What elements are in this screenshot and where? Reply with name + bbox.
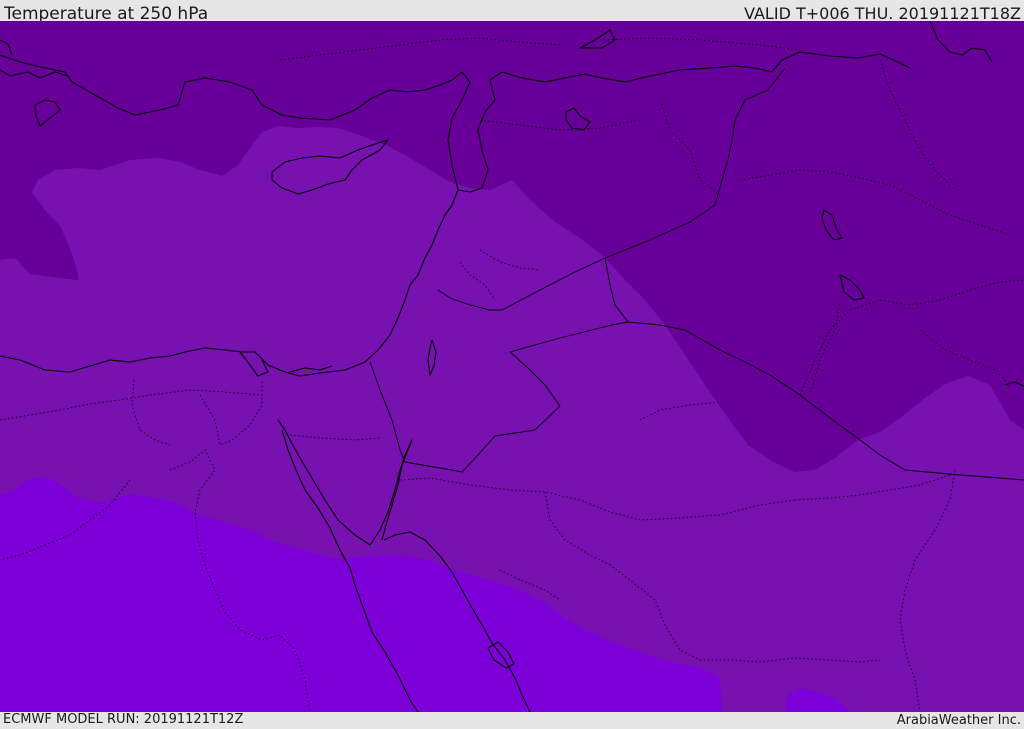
- weather-map: [0, 21, 1024, 712]
- map-frame: Temperature at 250 hPa VALID T+006 THU. …: [0, 0, 1024, 729]
- footer-bar: ECMWF MODEL RUN: 20191121T12Z ArabiaWeat…: [0, 712, 1024, 729]
- model-run-label: ECMWF MODEL RUN: 20191121T12Z: [3, 712, 244, 727]
- credit-label: ArabiaWeather Inc.: [896, 713, 1021, 728]
- map-svg: [0, 21, 1024, 712]
- header-bar: Temperature at 250 hPa VALID T+006 THU. …: [0, 0, 1024, 24]
